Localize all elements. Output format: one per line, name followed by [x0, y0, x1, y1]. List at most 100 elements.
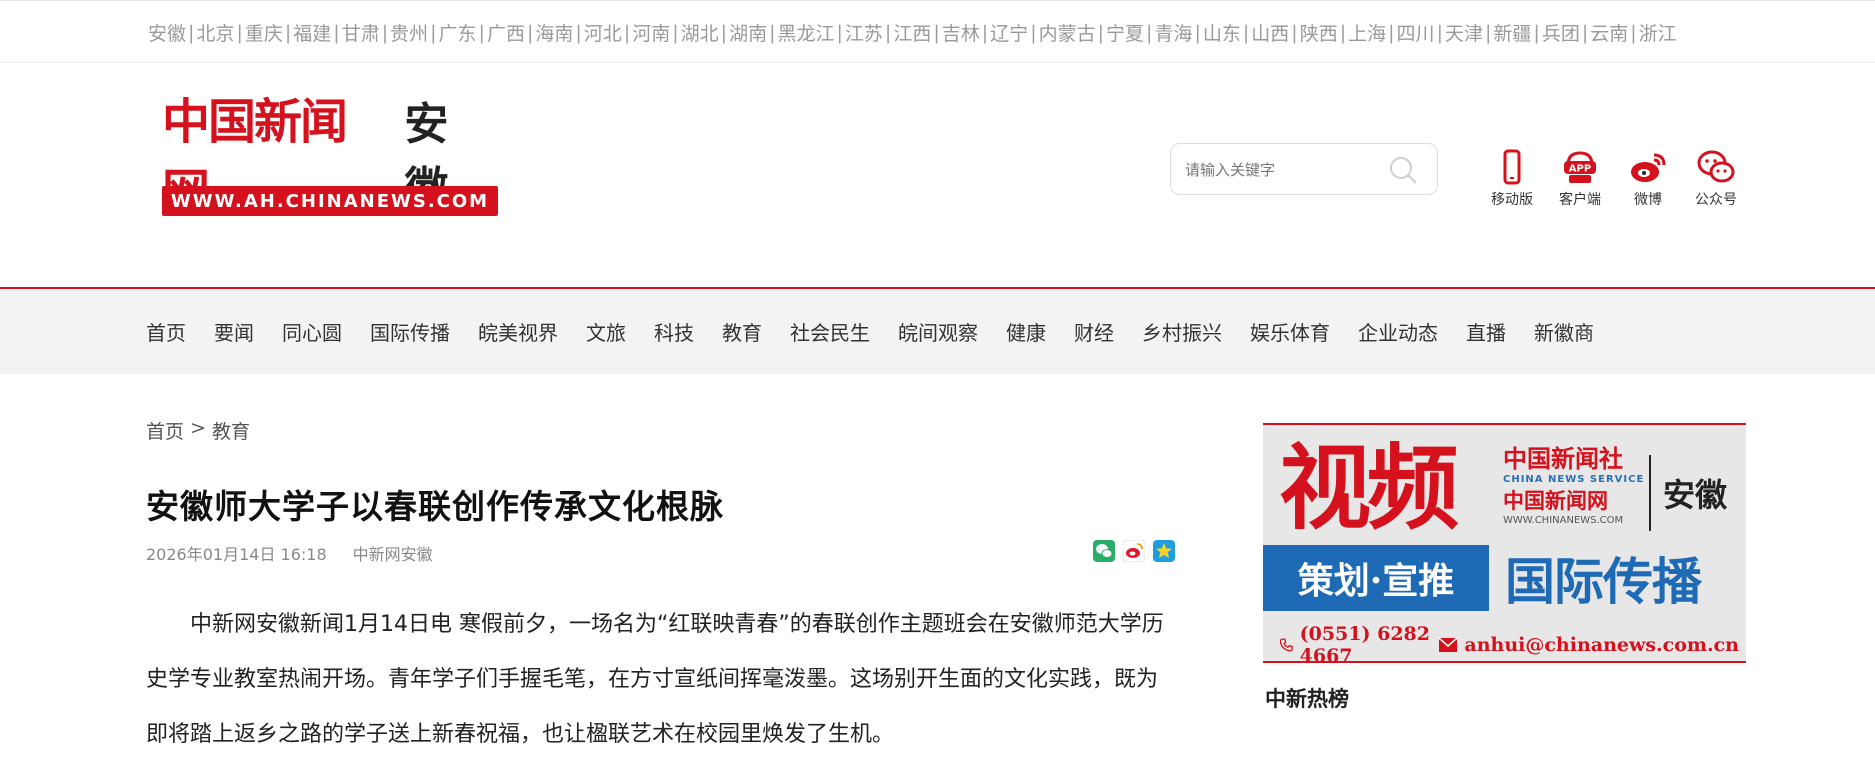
tool-weibo-label: 微博 — [1634, 192, 1662, 208]
nav-item[interactable]: 新徽商 — [1534, 317, 1594, 346]
tool-mobile[interactable]: 移动版 — [1478, 149, 1546, 209]
region-link[interactable]: 甘肃 — [342, 19, 380, 46]
region-link[interactable]: 陕西 — [1300, 19, 1338, 46]
weibo-icon — [1631, 153, 1666, 182]
region-link[interactable]: 吉林 — [942, 19, 980, 46]
nav-item[interactable]: 科技 — [654, 317, 694, 346]
region-separator: | — [188, 21, 195, 44]
region-link[interactable]: 云南 — [1590, 19, 1628, 46]
region-link[interactable]: 天津 — [1445, 19, 1483, 46]
nav-item[interactable]: 首页 — [146, 317, 186, 346]
region-list: 安徽 | 北京 | 重庆 | 福建 | 甘肃 | 贵州 | 广东 | 广西 | 海南 | 河北 | 河南 | 湖北 | 湖南 | 黑… — [148, 19, 1677, 46]
nav-item[interactable]: 文旅 — [586, 317, 626, 346]
region-link[interactable]: 北京 — [196, 19, 234, 46]
article-title: 安徽师大学子以春联创作传承文化根脉 — [146, 487, 724, 526]
region-link[interactable]: 宁夏 — [1106, 19, 1144, 46]
article-meta: 2026年01月14日 16:18 中新网安徽 — [146, 541, 433, 565]
region-link[interactable]: 重庆 — [245, 19, 283, 46]
breadcrumb-home[interactable]: 首页 — [146, 417, 184, 444]
region-separator: | — [1484, 21, 1492, 44]
region-separator: | — [623, 21, 631, 44]
ad-video-text: 视频 — [1279, 434, 1459, 542]
region-link[interactable]: 河南 — [632, 19, 670, 46]
logo-url: WWW.AH.CHINANEWS.COM — [162, 186, 498, 216]
nav-item[interactable]: 乡村振兴 — [1142, 317, 1222, 346]
region-link[interactable]: 内蒙古 — [1039, 19, 1096, 46]
region-separator: | — [720, 21, 728, 44]
region-link[interactable]: 广西 — [487, 19, 525, 46]
nav-item[interactable]: 皖美视界 — [478, 317, 558, 346]
region-link[interactable]: 湖北 — [681, 19, 719, 46]
nav-item[interactable]: 财经 — [1074, 317, 1114, 346]
ad-phone: (0551) 6282 4667 — [1299, 623, 1430, 663]
region-separator: | — [526, 21, 534, 44]
region-separator: | — [769, 21, 776, 44]
region-link[interactable]: 江苏 — [845, 19, 883, 46]
region-link[interactable]: 兵团 — [1542, 19, 1580, 46]
weibo-share-icon[interactable] — [1123, 540, 1145, 562]
region-link[interactable]: 广东 — [439, 19, 477, 46]
region-link[interactable]: 海南 — [535, 19, 573, 46]
ad-plan: 策划·宣推 — [1263, 545, 1489, 611]
region-link[interactable]: 福建 — [293, 19, 331, 46]
region-separator: | — [333, 21, 340, 44]
svg-text:APP: APP — [1569, 164, 1591, 175]
region-link[interactable]: 四川 — [1397, 19, 1435, 46]
nav-item[interactable]: 社会民生 — [790, 317, 870, 346]
hot-list-title: 中新热榜 — [1265, 686, 1349, 711]
nav-item[interactable]: 直播 — [1466, 317, 1506, 346]
region-link[interactable]: 辽宁 — [990, 19, 1028, 46]
app-icon: APP — [1564, 151, 1596, 183]
nav-item[interactable]: 企业动态 — [1358, 317, 1438, 346]
wechat-share-icon[interactable] — [1093, 540, 1115, 562]
region-separator: | — [478, 21, 485, 44]
nav-item[interactable]: 健康 — [1006, 317, 1046, 346]
region-separator: | — [884, 21, 892, 44]
region-separator: | — [836, 21, 843, 44]
region-link[interactable]: 河北 — [584, 19, 622, 46]
article-body: 中新网安徽新闻1月14日电 寒假前夕，一场名为“红联映青春”的春联创作主题班会在… — [146, 612, 1164, 747]
region-link[interactable]: 青海 — [1154, 19, 1192, 46]
ad-banner[interactable]: 视频 中国新闻社 CHINA NEWS SERVICE 中国新闻网 WWW.CH… — [1263, 423, 1746, 663]
region-separator: | — [1388, 21, 1395, 44]
search-input[interactable] — [1185, 157, 1385, 183]
tool-weibo[interactable]: 微博 — [1614, 149, 1682, 209]
region-link[interactable]: 山西 — [1251, 19, 1289, 46]
search-icon[interactable] — [1386, 153, 1420, 187]
nav-item[interactable]: 同心圆 — [282, 317, 342, 346]
region-link[interactable]: 上海 — [1348, 19, 1386, 46]
region-link[interactable]: 湖南 — [729, 19, 767, 46]
region-link[interactable]: 新疆 — [1493, 19, 1531, 46]
nav-item[interactable]: 娱乐体育 — [1250, 317, 1330, 346]
article-source: 中新网安徽 — [352, 545, 433, 564]
breadcrumb-separator: > — [190, 417, 206, 439]
region-link[interactable]: 贵州 — [390, 19, 428, 46]
site-header: 中国新闻网 安徽 WWW.AH.CHINANEWS.COM 移动版 APP 客户… — [0, 63, 1875, 288]
region-separator: | — [575, 21, 582, 44]
nav-item[interactable]: 国际传播 — [370, 317, 450, 346]
qzone-share-icon[interactable] — [1153, 540, 1175, 562]
tool-app-label: 客户端 — [1559, 192, 1601, 208]
site-logo[interactable]: 中国新闻网 安徽 WWW.AH.CHINANEWS.COM — [162, 94, 502, 221]
region-separator: | — [1030, 21, 1037, 44]
tool-wechat[interactable]: 公众号 — [1682, 149, 1750, 209]
region-separator: | — [672, 21, 679, 44]
phone-icon — [1279, 638, 1293, 652]
breadcrumb-current[interactable]: 教育 — [212, 417, 250, 444]
tool-app[interactable]: APP 客户端 — [1546, 149, 1614, 209]
wechat-icon — [1697, 150, 1735, 183]
region-link[interactable]: 江西 — [893, 19, 931, 46]
region-link[interactable]: 浙江 — [1639, 19, 1677, 46]
nav-item[interactable]: 教育 — [722, 317, 762, 346]
nav-item[interactable]: 皖间观察 — [898, 317, 978, 346]
region-separator: | — [1097, 21, 1105, 44]
region-link[interactable]: 安徽 — [148, 19, 186, 46]
email-icon — [1438, 637, 1458, 652]
nav-item[interactable]: 要闻 — [214, 317, 254, 346]
region-separator: | — [981, 21, 989, 44]
region-link[interactable]: 黑龙江 — [777, 19, 834, 46]
region-link[interactable]: 山东 — [1203, 19, 1241, 46]
region-separator: | — [1242, 21, 1250, 44]
region-separator: | — [1339, 21, 1347, 44]
region-separator: | — [381, 21, 389, 44]
